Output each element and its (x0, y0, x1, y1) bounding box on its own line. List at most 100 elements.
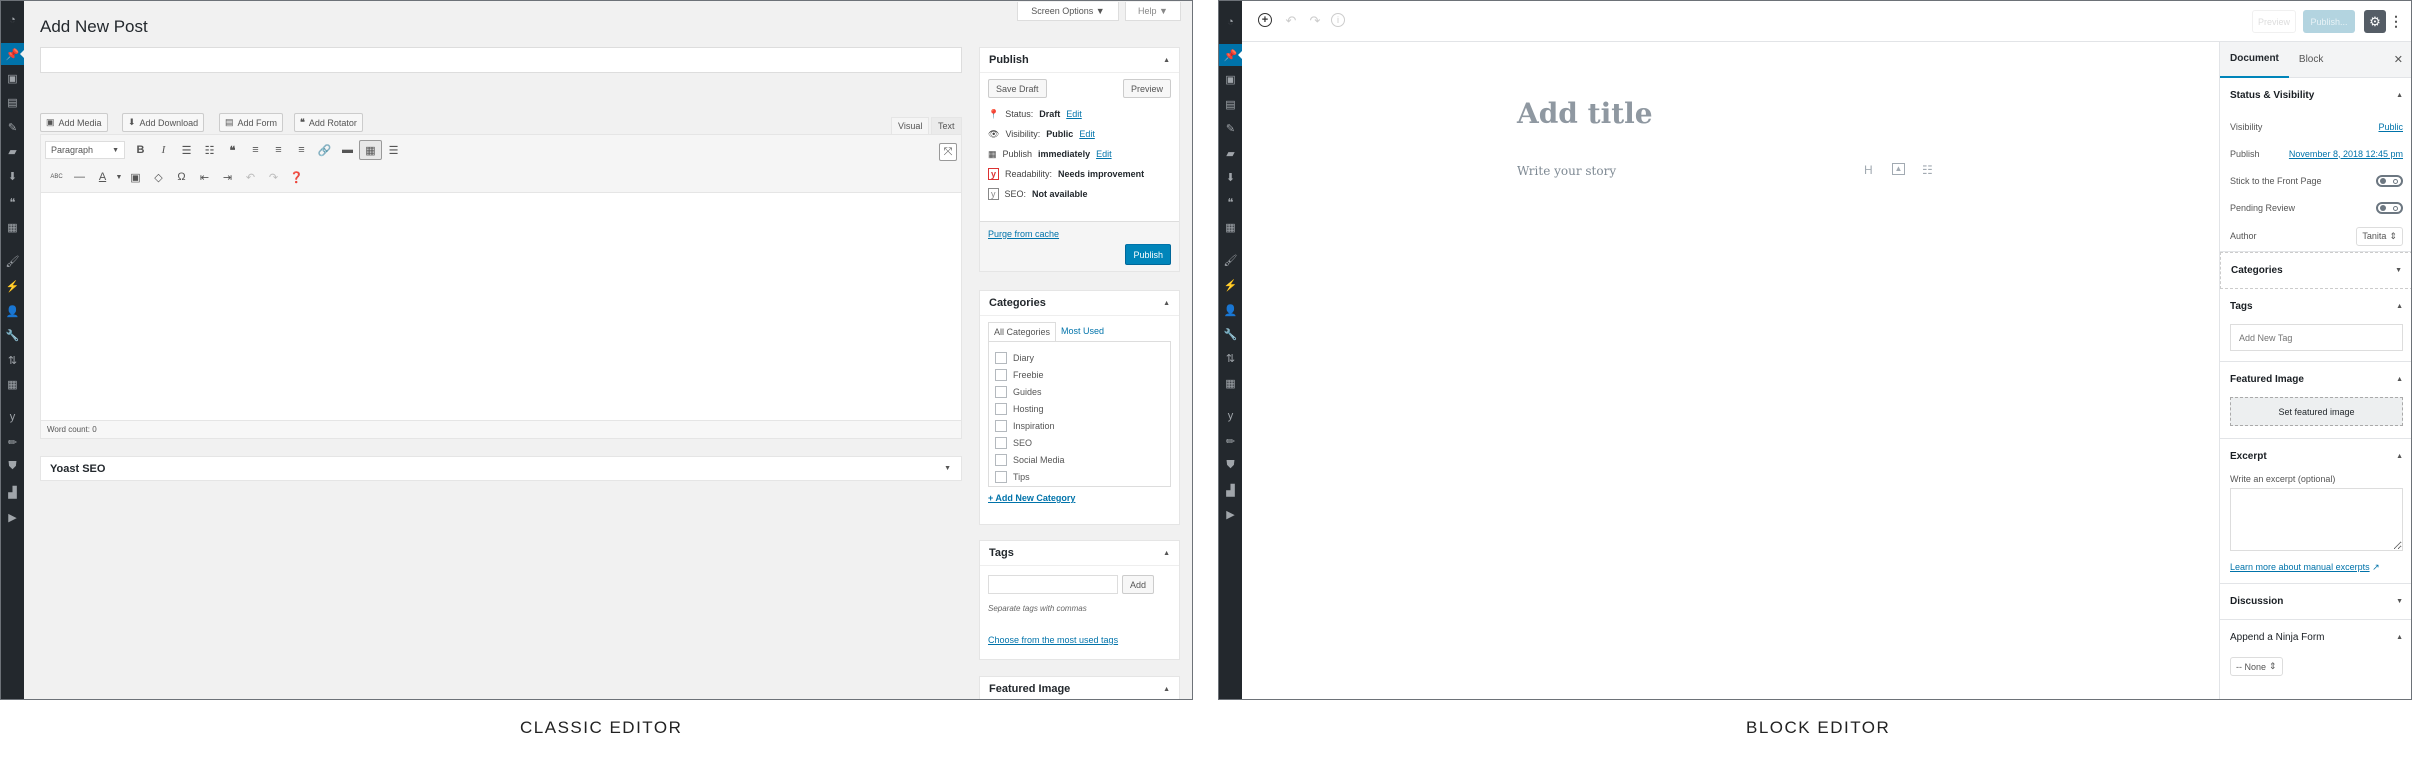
strikethrough-icon[interactable]: ABC (45, 167, 68, 187)
shield-icon[interactable]: ⛊ (1219, 454, 1242, 476)
collapse-icon[interactable]: ▲ (2396, 453, 2403, 460)
heading-icon[interactable]: H (1864, 163, 1873, 177)
category-item[interactable]: Diary (995, 349, 1164, 366)
dashboard-icon[interactable]: ◔ (1, 9, 24, 31)
table-icon[interactable]: ▦ (1, 373, 24, 395)
category-checkbox[interactable] (995, 419, 1007, 432)
post-title-input[interactable]: Add title (1517, 97, 1653, 130)
add-download-button[interactable]: ⬇ Add Download (122, 113, 205, 132)
plugins-icon[interactable]: ⚡ (1, 275, 24, 297)
chart-icon[interactable]: ▟ (1, 481, 24, 503)
horizontal-line-icon[interactable]: — (68, 167, 91, 187)
table-icon[interactable]: ▦ (1219, 372, 1242, 394)
undo-icon[interactable]: ↶ (1283, 13, 1299, 29)
posts-pin-icon[interactable]: 📌 (1219, 44, 1243, 66)
pin-icon[interactable]: ✎ (1219, 117, 1242, 139)
expand-icon[interactable]: ▼ (2395, 267, 2402, 274)
users-icon[interactable]: 👤 (1219, 299, 1242, 321)
plugins-icon[interactable]: ⚡ (1219, 274, 1242, 296)
close-icon[interactable]: ✕ (2394, 53, 2403, 66)
sticky-toggle[interactable] (2376, 174, 2403, 187)
ninja-form-select[interactable]: -- None ⇕ (2230, 657, 2283, 676)
save-draft-button[interactable]: Save Draft (988, 79, 1047, 98)
category-item[interactable]: Social Media (995, 451, 1164, 468)
collapse-icon[interactable]: ▲ (1163, 300, 1170, 307)
forms-icon[interactable]: ▦ (1, 216, 24, 238)
pages-icon[interactable]: ▤ (1, 91, 24, 113)
author-select[interactable]: Tanita ⇕ (2356, 226, 2403, 246)
categories-panel[interactable]: Categories ▼ (2220, 252, 2411, 289)
align-right-icon[interactable]: ≡ (290, 140, 313, 160)
list-icon[interactable]: ☷ (1922, 163, 1933, 177)
text-color-dropdown-icon[interactable]: ▼ (114, 167, 124, 187)
yoast-icon[interactable]: y (1219, 405, 1242, 427)
clear-formatting-icon[interactable]: ◇ (147, 167, 170, 187)
add-media-button[interactable]: ▣ Add Media (40, 113, 108, 132)
distraction-free-icon[interactable]: ☰ (382, 140, 405, 160)
comments-icon[interactable]: ▰ (1219, 142, 1242, 164)
tag-input[interactable] (988, 575, 1118, 594)
undo-icon[interactable]: ↶ (239, 167, 262, 187)
collapse-icon[interactable]: ▲ (2396, 303, 2403, 310)
excerpt-textarea[interactable] (2230, 488, 2403, 551)
settings-icon[interactable]: ⇅ (1219, 347, 1242, 369)
media-icon[interactable]: ▣ (1, 67, 24, 89)
category-list[interactable]: Diary Freebie Guides Hosting Inspiration… (988, 341, 1171, 487)
discussion-panel[interactable]: Discussion ▼ (2220, 584, 2411, 620)
help-icon[interactable]: ❓ (285, 167, 308, 187)
category-item[interactable]: Inspiration (995, 417, 1164, 434)
pages-icon[interactable]: ▤ (1219, 93, 1242, 115)
collapse-icon[interactable]: ▲ (1163, 686, 1170, 693)
publish-date-link[interactable]: November 8, 2018 12:45 pm (2289, 149, 2403, 159)
fullscreen-icon[interactable]: ⤧ (939, 143, 957, 161)
edit-status-link[interactable]: Edit (1066, 109, 1082, 119)
category-item[interactable]: Hosting (995, 400, 1164, 417)
add-new-category-link[interactable]: + Add New Category (988, 493, 1171, 503)
expand-icon[interactable]: ▼ (944, 465, 951, 472)
text-color-icon[interactable]: A (91, 167, 114, 187)
forms-icon[interactable]: ▦ (1219, 216, 1242, 238)
add-block-icon[interactable]: + (1258, 13, 1272, 27)
appearance-brush-icon[interactable]: 🖌 (1219, 249, 1242, 271)
learn-excerpts-link[interactable]: Learn more about manual excerpts (2230, 562, 2370, 572)
format-select[interactable]: Paragraph ▼ (45, 141, 125, 159)
tools-wrench-icon[interactable]: 🔧 (1, 324, 24, 346)
bold-icon[interactable]: B (129, 140, 152, 160)
link-icon[interactable]: 🔗 (313, 140, 336, 160)
publish-button[interactable]: Publish (1125, 244, 1171, 265)
tab-document[interactable]: Document (2220, 42, 2289, 78)
download-icon[interactable]: ⬇ (1, 165, 24, 187)
collapse-icon[interactable]: ▲ (1163, 550, 1170, 557)
redo-icon[interactable]: ↷ (262, 167, 285, 187)
category-item[interactable]: SEO (995, 434, 1164, 451)
category-checkbox[interactable] (995, 368, 1007, 381)
settings-gear-icon[interactable]: ⚙ (2364, 10, 2386, 33)
collapse-icon[interactable]: ▲ (2396, 634, 2403, 641)
category-checkbox[interactable] (995, 351, 1007, 364)
collapse-icon[interactable]: ▲ (2396, 376, 2403, 383)
tab-all-categories[interactable]: All Categories (988, 322, 1057, 341)
add-form-button[interactable]: ▤ Add Form (219, 113, 284, 132)
collapse-icon[interactable]: ▲ (2396, 92, 2403, 99)
italic-icon[interactable]: I (152, 140, 175, 160)
info-icon[interactable]: i (1331, 13, 1345, 27)
quote-icon[interactable]: ❝ (1219, 191, 1242, 213)
align-center-icon[interactable]: ≡ (267, 140, 290, 160)
quote-icon[interactable]: ❝ (1, 191, 24, 213)
category-item[interactable]: Guides (995, 383, 1164, 400)
image-icon[interactable]: ▲ (1892, 163, 1905, 175)
appearance-brush-icon[interactable]: 🖌 (1, 250, 24, 272)
category-checkbox[interactable] (995, 453, 1007, 466)
align-left-icon[interactable]: ≡ (244, 140, 267, 160)
toolbar-toggle-icon[interactable]: ▦ (359, 140, 382, 160)
purge-cache-link[interactable]: Purge from cache (988, 229, 1059, 239)
category-checkbox[interactable] (995, 385, 1007, 398)
tab-text[interactable]: Text (931, 117, 962, 134)
yoast-seo-panel[interactable]: Yoast SEO ▼ (40, 456, 962, 481)
category-checkbox[interactable] (995, 402, 1007, 415)
category-checkbox[interactable] (995, 470, 1007, 483)
dashboard-icon[interactable]: ◔ (1219, 11, 1242, 33)
category-checkbox[interactable] (995, 436, 1007, 449)
category-item[interactable]: Freebie (995, 366, 1164, 383)
bullet-list-icon[interactable]: ☰ (175, 140, 198, 160)
